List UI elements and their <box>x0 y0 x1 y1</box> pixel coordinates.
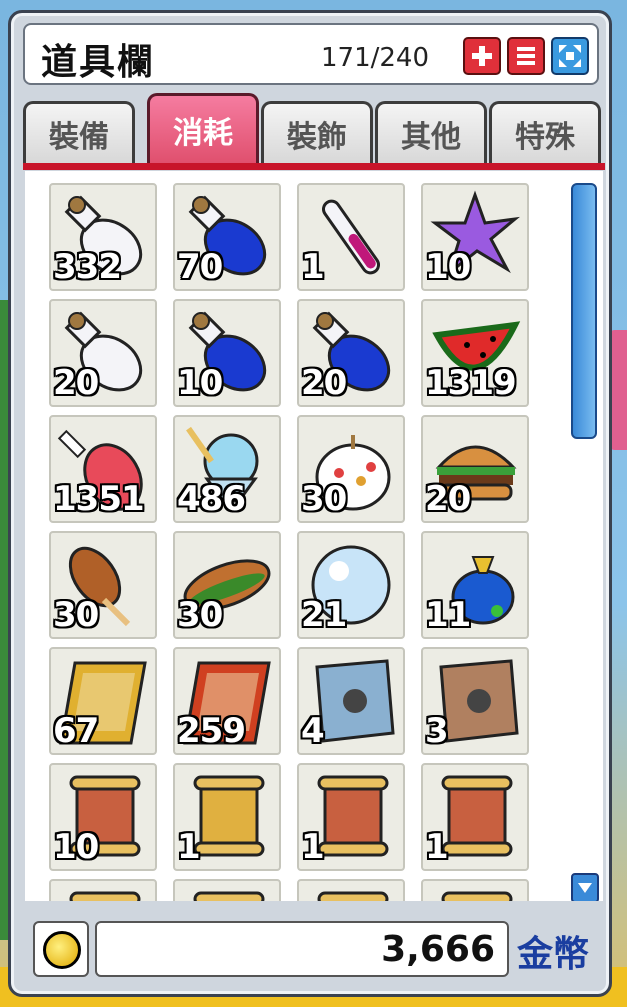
gold-amount: 3,666 <box>381 929 495 970</box>
item-slot[interactable] <box>173 879 281 901</box>
item-slot[interactable] <box>297 879 405 901</box>
inventory-capacity: 171/240 <box>321 43 430 73</box>
coin-box <box>33 921 89 977</box>
item-slot[interactable]: 11 <box>421 531 529 639</box>
item-slot[interactable]: 1351 <box>49 415 157 523</box>
item-slot[interactable] <box>49 879 157 901</box>
list-icon <box>517 47 535 65</box>
item-count: 30 <box>53 595 99 635</box>
tab-other[interactable]: 其他 <box>375 101 487 163</box>
tab-label: 其他 <box>401 119 461 155</box>
item-count: 259 <box>177 711 246 751</box>
item-slot[interactable]: 10 <box>421 183 529 291</box>
item-slot[interactable]: 30 <box>173 531 281 639</box>
item-slot[interactable]: 1 <box>297 763 405 871</box>
item-count: 20 <box>425 479 471 519</box>
gold-footer: 3,666 金幣 <box>23 911 603 989</box>
item-slot[interactable]: 1 <box>297 183 405 291</box>
item-slot[interactable]: 20 <box>49 299 157 407</box>
item-slot[interactable]: 1319 <box>421 299 529 407</box>
red-scroll-icon <box>193 891 265 901</box>
item-count: 332 <box>53 247 122 287</box>
item-count: 20 <box>53 363 99 403</box>
item-count: 1319 <box>425 363 517 403</box>
title-bar[interactable]: 道具欄 171/240 <box>23 23 599 85</box>
item-slot[interactable]: 486 <box>173 415 281 523</box>
inventory-window: 道具欄 171/240 裝備 消耗 裝飾 其他 特殊 332 70 1 10 2… <box>8 10 612 997</box>
item-slot[interactable]: 20 <box>297 299 405 407</box>
item-count: 1 <box>177 827 201 867</box>
expand-button[interactable] <box>551 37 589 75</box>
item-count: 1 <box>425 827 449 867</box>
chevron-down-icon <box>578 883 592 893</box>
tab-decoration[interactable]: 裝飾 <box>261 101 373 163</box>
expand-icon <box>559 45 581 67</box>
tab-consumable[interactable]: 消耗 <box>147 93 259 163</box>
scrollbar-thumb[interactable] <box>571 183 597 439</box>
item-slot[interactable]: 1 <box>173 763 281 871</box>
item-count: 1 <box>301 247 325 287</box>
tab-underline <box>23 163 605 170</box>
tab-special[interactable]: 特殊 <box>489 101 601 163</box>
item-count: 30 <box>177 595 223 635</box>
gold-amount-field: 3,666 <box>95 921 509 977</box>
tab-label: 裝備 <box>49 119 109 155</box>
tab-label: 裝飾 <box>287 119 347 155</box>
item-slot[interactable]: 70 <box>173 183 281 291</box>
scroll-down-button[interactable] <box>571 873 599 901</box>
tab-label: 消耗 <box>173 115 233 151</box>
item-slot[interactable]: 332 <box>49 183 157 291</box>
add-button[interactable] <box>463 37 501 75</box>
item-count: 3 <box>425 711 449 751</box>
scrollbar-track[interactable] <box>571 183 599 901</box>
category-tabs: 裝備 消耗 裝飾 其他 特殊 <box>23 93 603 163</box>
item-count: 10 <box>53 827 99 867</box>
item-count: 30 <box>301 479 347 519</box>
item-count: 1351 <box>53 479 145 519</box>
item-count: 20 <box>301 363 347 403</box>
item-slot[interactable]: 30 <box>297 415 405 523</box>
plus-icon <box>472 46 492 66</box>
item-slot[interactable]: 4 <box>297 647 405 755</box>
item-slot[interactable]: 1 <box>421 763 529 871</box>
item-slot[interactable]: 67 <box>49 647 157 755</box>
item-count: 486 <box>177 479 246 519</box>
item-count: 10 <box>177 363 223 403</box>
item-slot[interactable]: 10 <box>173 299 281 407</box>
tab-label: 特殊 <box>515 119 575 155</box>
item-slot[interactable]: 20 <box>421 415 529 523</box>
item-slot[interactable]: 21 <box>297 531 405 639</box>
gold-coin-icon <box>43 931 81 969</box>
menu-button[interactable] <box>507 37 545 75</box>
item-count: 1 <box>301 827 325 867</box>
window-title: 道具欄 <box>41 42 156 83</box>
item-count: 11 <box>425 595 471 635</box>
yellow-scroll-icon <box>441 891 513 901</box>
currency-label: 金幣 <box>517 934 590 975</box>
item-slot[interactable]: 259 <box>173 647 281 755</box>
yellow-scroll-icon <box>69 891 141 901</box>
item-count: 21 <box>301 595 347 635</box>
tab-equipment[interactable]: 裝備 <box>23 101 135 163</box>
item-count: 70 <box>177 247 223 287</box>
item-grid: 332 70 1 10 20 10 20 1319 1351 486 30 20… <box>25 171 603 901</box>
item-count: 4 <box>301 711 325 751</box>
blue-scroll-icon <box>317 891 389 901</box>
item-slot[interactable]: 10 <box>49 763 157 871</box>
item-slot[interactable]: 30 <box>49 531 157 639</box>
item-slot[interactable] <box>421 879 529 901</box>
item-count: 10 <box>425 247 471 287</box>
item-count: 67 <box>53 711 99 751</box>
item-slot[interactable]: 3 <box>421 647 529 755</box>
